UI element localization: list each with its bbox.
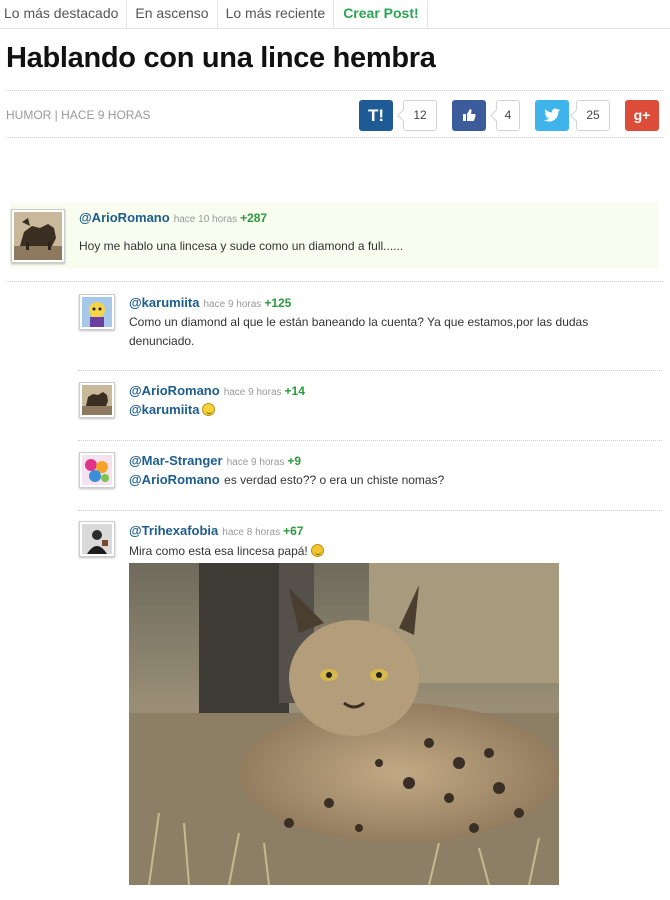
divider — [78, 440, 662, 441]
winking-emoticon-icon — [310, 544, 324, 557]
comment-username[interactable]: @Mar-Stranger — [129, 453, 223, 468]
comment-text: Hoy me hablo una lincesa y sude como un … — [79, 239, 404, 253]
bird-icon — [544, 108, 560, 122]
twitter-share-button[interactable] — [535, 100, 569, 131]
taringa-share-button[interactable]: T! — [359, 100, 393, 131]
cartoon-avatar-image — [82, 297, 112, 327]
comment-header: @ArioRomano hace 10 horas +287 — [79, 209, 267, 227]
comment-header: @ArioRomano hace 9 horas +14 — [129, 382, 305, 400]
comment-time: hace 8 horas — [222, 527, 281, 538]
tab-en-ascenso[interactable]: En ascenso — [127, 0, 218, 28]
twitter-share-count: 25 — [576, 100, 610, 131]
comment-score: +287 — [240, 211, 268, 225]
comment-score: +14 — [284, 384, 305, 398]
comment-time: hace 10 horas — [173, 214, 238, 225]
comment-text: Como un diamond al que le están baneando… — [129, 315, 589, 348]
comment-time: hace 9 horas — [226, 457, 285, 468]
lynx-photo — [129, 563, 559, 885]
tab-destacado[interactable]: Lo más destacado — [0, 0, 128, 28]
comment-score: +67 — [283, 524, 304, 538]
divider — [78, 370, 662, 371]
comment-username[interactable]: @Trihexafobia — [129, 523, 218, 538]
divider — [6, 281, 663, 282]
comment-username[interactable]: @karumiita — [129, 295, 199, 310]
comment-time: hace 9 horas — [223, 387, 282, 398]
comment-text: Mira como esta esa lincesa papá! — [129, 542, 324, 561]
comment-time: hace 9 horas — [203, 299, 262, 310]
avatar-trihexafobia[interactable] — [79, 521, 115, 557]
comment-username[interactable]: @ArioRomano — [79, 210, 170, 225]
comment-text: @ArioRomano es verdad esto?? o era un ch… — [129, 471, 444, 490]
facebook-like-button[interactable] — [452, 100, 486, 131]
comment-header: @karumiita hace 9 horas +125 — [129, 294, 291, 312]
laughing-emoticon-icon — [202, 403, 216, 416]
comment-header: @Mar-Stranger hace 9 horas +9 — [129, 452, 301, 470]
top-nav: Lo más destacado En ascenso Lo más recie… — [0, 0, 670, 29]
comment-message: es verdad esto?? o era un chiste nomas? — [224, 473, 445, 487]
comment-score: +9 — [287, 454, 302, 468]
avatar-arioromano[interactable] — [79, 382, 115, 418]
comment-header: @Trihexafobia hace 8 horas +67 — [129, 522, 303, 540]
googleplus-share-button[interactable]: g+ — [625, 100, 659, 131]
comment-score: +125 — [264, 296, 292, 310]
thumbs-up-icon — [463, 109, 476, 121]
comment-message: Mira como esta esa lincesa papá! — [129, 544, 308, 558]
person-avatar-image — [82, 524, 112, 554]
wolf-statue-avatar-image — [14, 212, 62, 260]
comment-mention[interactable]: @ArioRomano — [129, 472, 220, 487]
comment-username[interactable]: @ArioRomano — [129, 383, 220, 398]
divider — [78, 510, 662, 511]
avatar-mar-stranger[interactable] — [79, 452, 115, 488]
lynx-photo-image — [129, 563, 559, 885]
facebook-like-count: 4 — [496, 100, 520, 131]
page-title: Hablando con una lince hembra — [6, 42, 436, 74]
create-post-button[interactable]: Crear Post! — [334, 0, 428, 28]
post-meta-bar: HUMOR | HACE 9 HORAS T! 12 4 25 g+ — [6, 90, 663, 138]
tab-mas-reciente[interactable]: Lo más reciente — [218, 0, 335, 28]
colorful-avatar-image — [82, 455, 112, 485]
comment-text: @karumiita — [129, 401, 216, 419]
avatar-arioromano[interactable] — [11, 209, 65, 263]
avatar-karumiita[interactable] — [79, 294, 115, 330]
wolf-statue-avatar-image — [82, 385, 112, 415]
taringa-share-count: 12 — [403, 100, 437, 131]
comment-mention[interactable]: @karumiita — [129, 402, 199, 417]
post-meta: HUMOR | HACE 9 HORAS — [6, 108, 151, 122]
